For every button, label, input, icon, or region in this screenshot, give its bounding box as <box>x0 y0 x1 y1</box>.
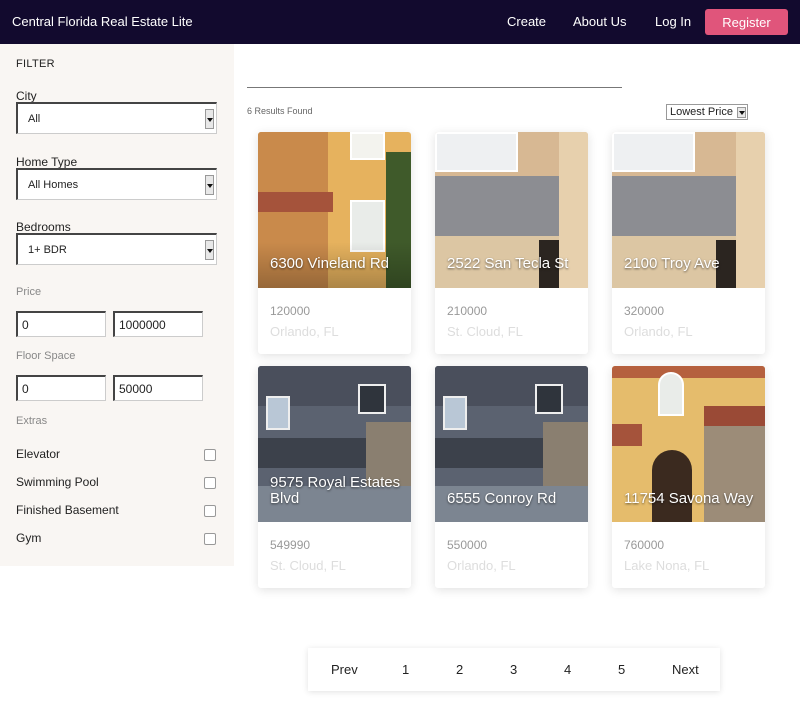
listing-address: 2100 Troy Ave <box>624 255 720 272</box>
page-2-button[interactable]: 2 <box>456 662 463 677</box>
listing-card[interactable]: 6555 Conroy Rd 550000 Orlando, FL <box>435 366 588 588</box>
listing-card[interactable]: 11754 Savona Way 760000 Lake Nona, FL <box>612 366 765 588</box>
extras-label: Extras <box>16 415 48 427</box>
bedrooms-select-value: 1+ BDR <box>28 244 67 256</box>
prev-page-button[interactable]: Prev <box>331 662 358 677</box>
listing-city: Orlando, FL <box>270 324 339 339</box>
listing-card[interactable]: 2522 San Tecla St 210000 St. Cloud, FL <box>435 132 588 354</box>
home-type-label: Home Type <box>16 155 78 169</box>
page-1-button[interactable]: 1 <box>402 662 409 677</box>
elevator-checkbox[interactable] <box>204 449 216 461</box>
price-label: Price <box>16 286 42 298</box>
extra-elevator-label: Elevator <box>16 447 61 461</box>
top-navbar: Central Florida Real Estate Lite Create … <box>0 0 800 44</box>
home-type-select[interactable]: All Homes <box>16 168 217 200</box>
extra-pool-label: Swimming Pool <box>16 475 99 489</box>
results-count: 6 Results Found <box>247 106 313 116</box>
nav-login-link[interactable]: Log In <box>655 14 691 29</box>
floor-space-max-input[interactable] <box>113 375 203 401</box>
chevron-down-icon <box>205 240 214 260</box>
page-3-button[interactable]: 3 <box>510 662 517 677</box>
sort-select[interactable]: Lowest Price <box>666 104 748 120</box>
pagination: Prev 1 2 3 4 5 Next <box>308 648 720 691</box>
listing-city: Orlando, FL <box>447 558 516 573</box>
chevron-down-icon <box>737 107 746 118</box>
listing-address: 6300 Vineland Rd <box>270 255 389 272</box>
city-select[interactable]: All <box>16 102 217 134</box>
listing-address: 6555 Conroy Rd <box>447 490 557 507</box>
listing-card[interactable]: 9575 Royal Estates Blvd 549990 St. Cloud… <box>258 366 411 588</box>
listing-price: 120000 <box>270 304 311 318</box>
bedrooms-select[interactable]: 1+ BDR <box>16 233 217 265</box>
listing-price: 320000 <box>624 304 665 318</box>
swimming-pool-checkbox[interactable] <box>204 477 216 489</box>
nav-about-link[interactable]: About Us <box>573 14 626 29</box>
floor-space-min-input[interactable] <box>16 375 106 401</box>
home-type-select-value: All Homes <box>28 179 79 191</box>
listing-price: 210000 <box>447 304 488 318</box>
listing-address: 2522 San Tecla St <box>447 255 569 272</box>
brand-title[interactable]: Central Florida Real Estate Lite <box>12 14 193 29</box>
city-label: City <box>16 89 37 103</box>
sort-select-value: Lowest Price <box>670 106 733 118</box>
listing-city: St. Cloud, FL <box>270 558 346 573</box>
filter-sidebar: FILTER City All Home Type All Homes Bedr… <box>0 44 234 566</box>
page-5-button[interactable]: 5 <box>618 662 625 677</box>
listing-city: Orlando, FL <box>624 324 693 339</box>
listing-price: 760000 <box>624 538 665 552</box>
city-select-value: All <box>28 113 41 125</box>
nav-create-link[interactable]: Create <box>507 14 546 29</box>
listing-address: 9575 Royal Estates Blvd <box>270 474 401 507</box>
extra-basement-label: Finished Basement <box>16 503 119 517</box>
gym-checkbox[interactable] <box>204 533 216 545</box>
listing-card[interactable]: 2100 Troy Ave 320000 Orlando, FL <box>612 132 765 354</box>
chevron-down-icon <box>205 175 214 195</box>
price-min-input[interactable] <box>16 311 106 337</box>
chevron-down-icon <box>205 109 214 129</box>
filter-title: FILTER <box>16 58 55 70</box>
listing-city: St. Cloud, FL <box>447 324 523 339</box>
listing-city: Lake Nona, FL <box>624 558 710 573</box>
price-max-input[interactable] <box>113 311 203 337</box>
floor-space-label: Floor Space <box>16 350 76 362</box>
finished-basement-checkbox[interactable] <box>204 505 216 517</box>
search-input-underline[interactable] <box>247 87 622 88</box>
bedrooms-label: Bedrooms <box>16 220 71 234</box>
listing-price: 550000 <box>447 538 488 552</box>
register-button[interactable]: Register <box>705 9 788 35</box>
listing-card[interactable]: 6300 Vineland Rd 120000 Orlando, FL <box>258 132 411 354</box>
extra-gym-label: Gym <box>16 531 42 545</box>
listing-address: 11754 Savona Way <box>624 490 754 507</box>
next-page-button[interactable]: Next <box>672 662 699 677</box>
page-4-button[interactable]: 4 <box>564 662 571 677</box>
listing-price: 549990 <box>270 538 311 552</box>
